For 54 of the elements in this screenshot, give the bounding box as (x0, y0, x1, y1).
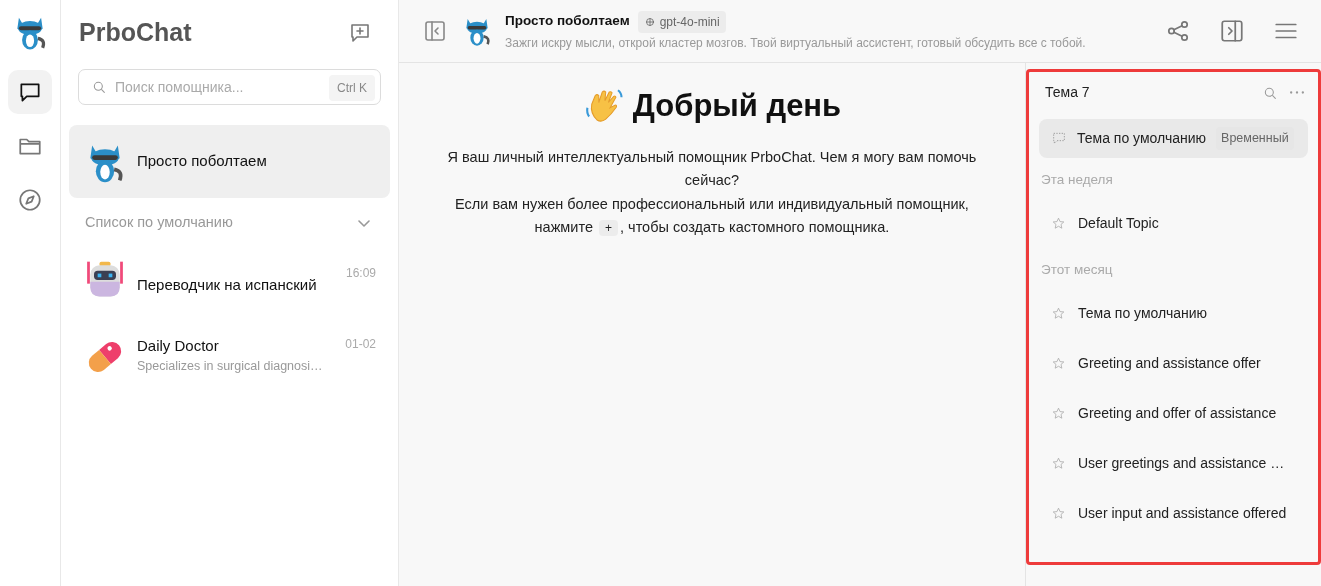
topic-title: Default Topic (1078, 213, 1159, 233)
assistant-name: Просто поболтаем (505, 12, 630, 31)
app-title: PrboChat (79, 16, 192, 48)
panel-toggle-icon (1219, 18, 1245, 44)
assistant-item[interactable]: Daily Doctor 01-02 Specializes in surgical diagnosi… (69, 320, 390, 394)
topic-item[interactable]: Тема по умолчанию (1039, 288, 1308, 339)
timestamp: 01-02 (345, 335, 376, 353)
share-icon (1165, 18, 1191, 44)
topic-title: Greeting and offer of assistance (1078, 403, 1277, 423)
assistant-description: Specializes in surgical diagnosi… (137, 358, 324, 376)
topic-title: Greeting and assistance offer (1078, 353, 1261, 373)
topic-item[interactable]: Greeting and assistance offer (1039, 338, 1308, 389)
group-label: Список по умолчанию (85, 213, 233, 232)
topic-item[interactable]: Default Topic (1039, 198, 1308, 248)
topic-title: User input and assistance offered (1078, 503, 1287, 523)
model-icon (643, 15, 656, 28)
plus-key-hint: + (599, 220, 619, 236)
model-tag[interactable]: gpt-4o-mini (637, 10, 726, 33)
welcome-text: Я ваш личный интеллектуальный помощник PrboChat. Чем я могу вам помочь сейчас? (447, 148, 977, 188)
assistant-item[interactable]: Просто поболтаем (69, 125, 390, 198)
welcome-text: Если вам нужен более профессиональный или индивидуальный помощник, (455, 195, 969, 212)
welcome-text: нажмите (534, 219, 593, 235)
star-icon[interactable] (1051, 405, 1066, 421)
shortcut-hint: Ctrl K (329, 75, 375, 101)
topic-panel-title: Тема 7 (1045, 83, 1090, 102)
topic-title: User greetings and assistance … (1078, 453, 1285, 473)
chat-tab[interactable] (8, 70, 52, 114)
assistant-name: Переводчик на испанский (137, 275, 317, 295)
topic-item[interactable]: Тема по умолчанию Временный (1039, 119, 1308, 158)
topic-title: Тема по умолчанию (1077, 128, 1207, 148)
star-icon[interactable] (1051, 355, 1066, 371)
timestamp: 16:09 (345, 265, 376, 282)
star-icon[interactable] (1051, 455, 1066, 471)
star-icon[interactable] (1051, 505, 1066, 521)
topic-title: Тема по умолчанию (1078, 303, 1208, 323)
assistant-name: Daily Doctor (137, 335, 219, 356)
group-label: Этот месяц (1040, 261, 1114, 279)
topic-item[interactable]: User greetings and assistance … (1039, 438, 1308, 489)
compass-icon (17, 187, 43, 213)
search-icon (91, 79, 107, 95)
star-icon[interactable] (1051, 305, 1066, 321)
assistant-item[interactable]: Переводчик на испанский 16:09 (69, 243, 390, 317)
group-label: Эта неделя (1040, 170, 1114, 189)
assistant-description: Зажги искру мысли, открой кластер мозгов. Твой виртуальный ассистент, готовый обсудить все с тобой. (505, 34, 1087, 52)
welcome-text: , чтобы создать кастомного помощника. (620, 219, 890, 235)
assistant-name: Просто поболтаем (137, 151, 267, 172)
more-button[interactable] (1288, 89, 1306, 96)
star-icon[interactable] (1051, 215, 1066, 231)
greeting-title: Добрый день (632, 87, 842, 125)
topic-item[interactable]: User input and assistance offered (1039, 488, 1308, 539)
more-icon (1290, 91, 1304, 94)
panel-toggle-icon (423, 19, 447, 43)
topic-item[interactable]: Greeting and offer of assistance (1039, 388, 1308, 439)
dashed-chat-icon (1051, 130, 1067, 147)
